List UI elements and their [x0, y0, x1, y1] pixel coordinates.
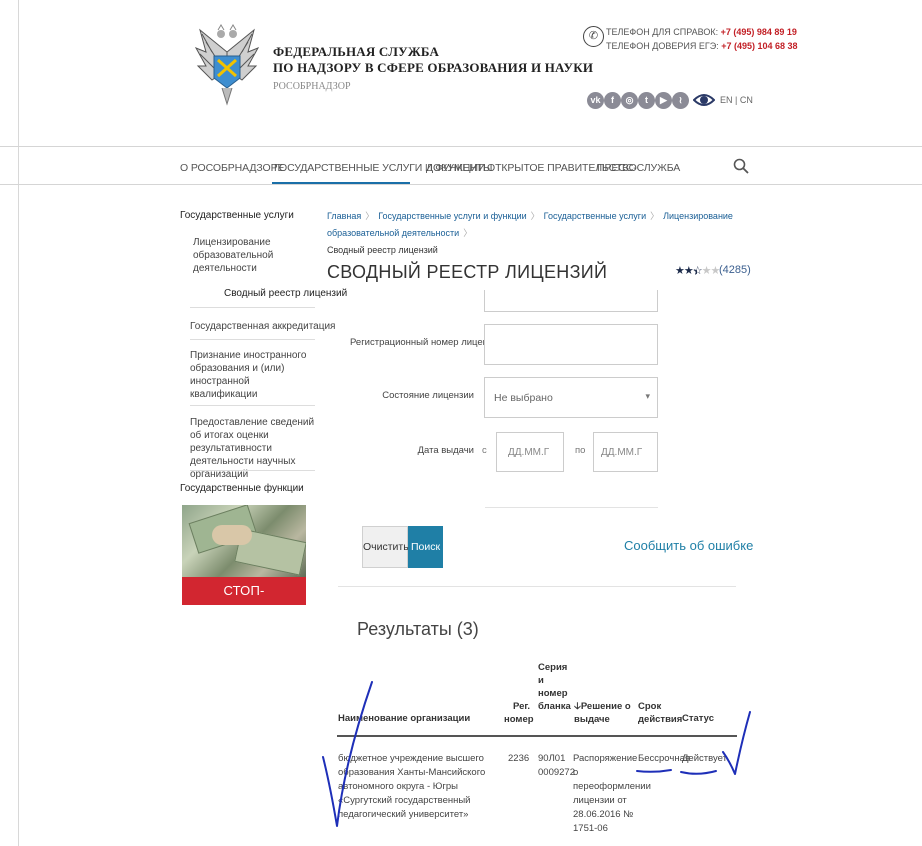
left-checkmark	[322, 681, 373, 827]
status-underline	[680, 770, 717, 775]
term-underline	[636, 769, 672, 773]
pen-annotations	[322, 681, 751, 827]
right-checkmark	[722, 711, 751, 775]
